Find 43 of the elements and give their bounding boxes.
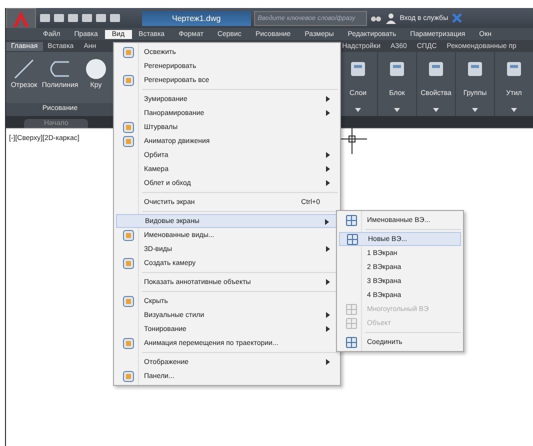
user-icon[interactable] <box>384 12 397 24</box>
submenu-arrow-icon <box>326 152 330 158</box>
toolbar-icon[interactable] <box>95 12 107 24</box>
window-title: Чертеж1.dwg <box>142 10 251 26</box>
menu-item-icon <box>122 122 134 132</box>
panel-tool-icon <box>427 60 445 78</box>
toolbar-icon[interactable] <box>81 12 93 24</box>
menu-item-icon <box>122 296 134 306</box>
menu-item-icon <box>122 338 134 348</box>
menu-item-icon <box>122 136 134 146</box>
panel-tool-icon <box>505 60 523 78</box>
submenu-arrow-icon <box>325 219 329 225</box>
menu-item-icon <box>346 304 356 314</box>
submenu-arrow-icon <box>326 359 330 365</box>
menu-item-icon <box>122 370 134 382</box>
toolbar-icon[interactable] <box>53 12 65 24</box>
submenu-arrow-icon <box>326 312 330 318</box>
submenu-arrow-icon <box>326 180 330 186</box>
menu-item-icon <box>122 74 134 86</box>
panel-tool-icon <box>349 60 367 78</box>
toolbar-icon[interactable] <box>109 12 121 24</box>
submenu-arrow-icon <box>326 96 330 102</box>
dropdown-caret-icon <box>472 108 478 112</box>
submenu-arrow-icon <box>326 166 330 172</box>
toolbar-icon[interactable] <box>39 12 51 24</box>
submenu-arrow-icon <box>326 279 330 285</box>
submenu-arrow-icon <box>326 110 330 116</box>
menu-item-icon <box>122 46 134 58</box>
toolbar-icon[interactable] <box>67 12 79 24</box>
dropdown-caret-icon <box>394 108 400 112</box>
menu-item-icon <box>346 234 358 244</box>
dropdown-caret-icon <box>355 108 361 112</box>
panel-tool-icon <box>388 60 406 78</box>
menu-item-icon <box>346 214 356 226</box>
menu-item-icon <box>346 318 356 328</box>
dropdown-caret-icon <box>433 108 439 112</box>
dropdown-caret-icon <box>511 108 517 112</box>
menu-item-icon <box>346 336 356 348</box>
menu-item-icon <box>122 230 134 240</box>
submenu-arrow-icon <box>326 326 330 332</box>
submenu-arrow-icon <box>326 246 330 252</box>
panel-tool-icon <box>466 60 484 78</box>
menu-item-icon <box>122 258 134 268</box>
